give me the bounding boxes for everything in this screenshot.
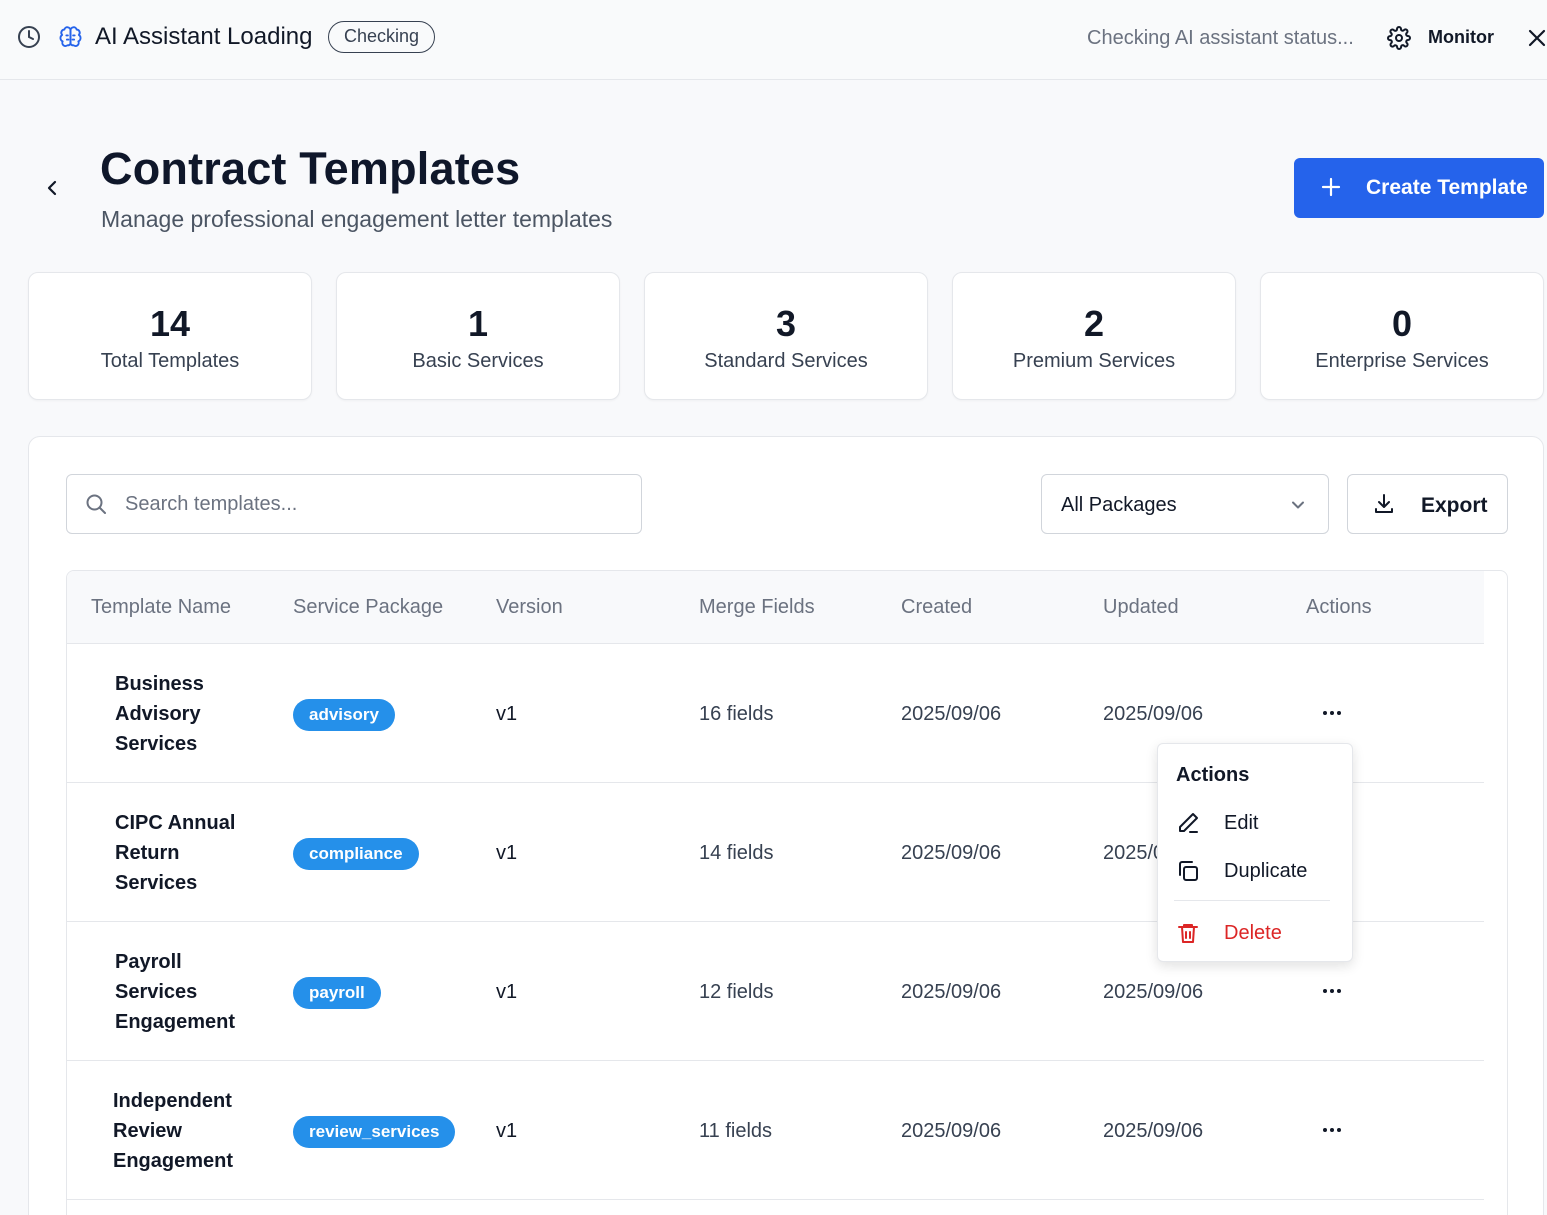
- stat-label: Standard Services: [704, 350, 868, 372]
- row-actions-menu: Actions Edit Duplicate Delete: [1157, 743, 1353, 962]
- export-button[interactable]: Export: [1347, 474, 1508, 534]
- more-actions-icon[interactable]: [1321, 1123, 1343, 1137]
- stat-value: 3: [775, 303, 797, 344]
- created-cell: 2025/09/06: [901, 842, 1002, 864]
- stat-value: 2: [1083, 303, 1105, 344]
- more-actions-icon[interactable]: [1321, 984, 1343, 998]
- top-bar: AI Assistant Loading Checking Checking A…: [0, 0, 1547, 80]
- package-badge: compliance: [293, 838, 419, 870]
- status-badge: Checking: [328, 21, 436, 53]
- template-name[interactable]: Independent Review Engagement: [113, 1086, 263, 1176]
- version-cell: v1: [496, 842, 518, 864]
- menu-header: Actions: [1176, 764, 1250, 786]
- menu-item-label: Duplicate: [1224, 860, 1308, 882]
- template-name[interactable]: CIPC Annual Return Services: [115, 808, 265, 898]
- close-icon[interactable]: [1527, 27, 1547, 49]
- package-badge: payroll: [293, 977, 381, 1009]
- package-badge: review_services: [293, 1116, 456, 1148]
- trash-icon: [1178, 924, 1198, 943]
- monitor-button[interactable]: Monitor: [1428, 27, 1494, 48]
- menu-item-duplicate[interactable]: Duplicate: [1158, 849, 1354, 893]
- assistant-status-text: Checking AI assistant status...: [1087, 27, 1354, 49]
- merge-fields-cell: 16 fields: [699, 703, 774, 725]
- package-filter-select[interactable]: All Packages: [1041, 474, 1329, 534]
- created-cell: 2025/09/06: [901, 981, 1002, 1003]
- merge-fields-cell: 11 fields: [699, 1120, 773, 1142]
- updated-cell: 2025/09/06: [1103, 981, 1204, 1003]
- merge-fields-cell: 12 fields: [699, 981, 774, 1003]
- history-clock-icon[interactable]: [17, 25, 41, 49]
- stat-label: Enterprise Services: [1315, 350, 1489, 372]
- stat-label: Total Templates: [100, 350, 240, 372]
- stat-label: Basic Services: [412, 350, 544, 372]
- column-header[interactable]: Merge Fields: [699, 596, 815, 619]
- package-filter-value: All Packages: [1061, 494, 1177, 516]
- table-row[interactable]: Independent Review Engagement review_ser…: [67, 1061, 1484, 1200]
- column-header[interactable]: Service Package: [293, 596, 443, 619]
- stat-card-basic: 1 Basic Services: [336, 272, 620, 400]
- page-title: Contract Templates: [100, 143, 521, 194]
- column-header[interactable]: Version: [496, 596, 563, 619]
- version-cell: v1: [496, 981, 518, 1003]
- stat-value: 0: [1391, 303, 1413, 344]
- back-chevron-icon[interactable]: [40, 176, 64, 200]
- menu-divider: [1174, 900, 1330, 901]
- create-template-label: Create Template: [1366, 176, 1528, 199]
- stat-card-premium: 2 Premium Services: [952, 272, 1236, 400]
- template-name[interactable]: Business Advisory Services: [115, 669, 265, 759]
- stat-value: 1: [467, 303, 489, 344]
- created-cell: 2025/09/06: [901, 703, 1002, 725]
- column-header[interactable]: Updated: [1103, 596, 1179, 619]
- updated-cell: 2025/09/06: [1103, 703, 1204, 725]
- search-icon: [86, 494, 106, 514]
- page-subtitle: Manage professional engagement letter te…: [101, 206, 613, 232]
- stat-card-standard: 3 Standard Services: [644, 272, 928, 400]
- copy-icon: [1179, 861, 1198, 881]
- merge-fields-cell: 14 fields: [699, 842, 774, 864]
- package-badge: advisory: [293, 699, 395, 731]
- version-cell: v1: [496, 703, 518, 725]
- menu-item-label: Edit: [1224, 812, 1259, 834]
- created-cell: 2025/09/06: [901, 1120, 1002, 1142]
- table-header: Template Name Service Package Version Me…: [67, 571, 1484, 644]
- gear-icon[interactable]: [1387, 26, 1411, 50]
- column-header[interactable]: Created: [901, 596, 972, 619]
- stat-value: 14: [149, 303, 191, 344]
- column-header[interactable]: Template Name: [91, 596, 231, 619]
- create-template-button[interactable]: Create Template: [1294, 158, 1544, 218]
- stat-card-total: 14 Total Templates: [28, 272, 312, 400]
- column-header: Actions: [1306, 596, 1372, 618]
- more-actions-icon[interactable]: [1321, 706, 1343, 720]
- download-icon: [1375, 494, 1393, 513]
- menu-item-delete[interactable]: Delete: [1158, 911, 1354, 955]
- stat-card-enterprise: 0 Enterprise Services: [1260, 272, 1544, 400]
- menu-item-label: Delete: [1224, 922, 1282, 944]
- version-cell: v1: [496, 1120, 518, 1142]
- menu-item-edit[interactable]: Edit: [1158, 801, 1354, 845]
- search-box: [66, 474, 642, 534]
- plus-icon: [1321, 177, 1341, 197]
- export-label: Export: [1421, 494, 1488, 517]
- pencil-icon: [1179, 813, 1198, 833]
- chevron-down-icon: [1292, 501, 1304, 509]
- template-name[interactable]: Payroll Services Engagement: [115, 947, 265, 1037]
- updated-cell: 2025/09/06: [1103, 1120, 1204, 1142]
- brain-icon: [59, 26, 82, 47]
- search-input[interactable]: [125, 485, 625, 523]
- assistant-title: AI Assistant Loading: [95, 23, 313, 50]
- stat-label: Premium Services: [1012, 350, 1176, 372]
